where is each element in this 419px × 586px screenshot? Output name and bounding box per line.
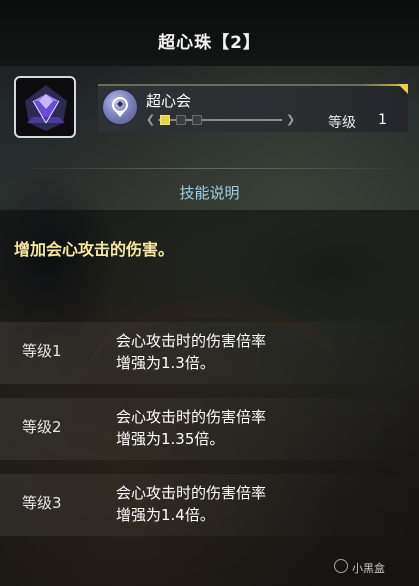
- level-effect-line: 增强为1.3倍。: [116, 354, 215, 372]
- jewel-icon-frame: [14, 76, 76, 138]
- level-effect: 会心攻击时的伤害倍率 增强为1.35倍。: [116, 406, 376, 450]
- level-effect-line: 会心攻击时的伤害倍率: [116, 332, 267, 350]
- decoration-title: 超心珠【2】: [158, 33, 261, 53]
- level-name: 等级1: [22, 342, 62, 360]
- skill-name: 超心会: [146, 92, 192, 110]
- skill-level-value: 1: [378, 112, 387, 128]
- level-name: 等级3: [22, 494, 62, 512]
- chevron-left-icon: ❮: [146, 113, 156, 126]
- level-effect-line: 增强为1.4倍。: [116, 506, 215, 524]
- skill-level-bar: ❮ ❯: [146, 114, 298, 126]
- skill-level-label: 等级: [328, 115, 356, 131]
- skill-row-corner-marker: [398, 84, 408, 94]
- purple-gem-icon: [25, 85, 67, 131]
- chevron-right-icon: ❯: [286, 113, 296, 126]
- watermark-logo-icon: [334, 559, 348, 573]
- skill-row-topline: [98, 84, 408, 86]
- skill-level-pip: [192, 115, 202, 125]
- level-entry: 等级2 会心攻击时的伤害倍率 增强为1.35倍。: [0, 398, 419, 460]
- level-effect-line: 会心攻击时的伤害倍率: [116, 484, 267, 502]
- level-effect-line: 会心攻击时的伤害倍率: [116, 408, 267, 426]
- skill-level-pip: [160, 115, 170, 125]
- skill-description-heading: 技能说明: [179, 184, 240, 202]
- level-effect-line: 增强为1.35倍。: [116, 430, 225, 448]
- level-entry: 等级3 会心攻击时的伤害倍率 增强为1.4倍。: [0, 474, 419, 536]
- level-name: 等级2: [22, 418, 62, 436]
- decoration-detail-screen: 超心珠【2】 超心会 ❮ ❯ 等级 1 技能说明 增加会心攻击的伤害。 等级1 …: [0, 0, 419, 586]
- level-entry: 等级1 会心攻击时的伤害倍率 增强为1.3倍。: [0, 322, 419, 384]
- skill-row[interactable]: 超心会 ❮ ❯ 等级 1: [98, 84, 408, 132]
- level-effect: 会心攻击时的伤害倍率 增强为1.3倍。: [116, 330, 376, 374]
- skill-description: 增加会心攻击的伤害。: [14, 240, 175, 259]
- section-divider: [12, 168, 407, 169]
- critical-boost-skill-icon: [103, 90, 137, 124]
- level-effect: 会心攻击时的伤害倍率 增强为1.4倍。: [116, 482, 376, 526]
- watermark: 小黑盒: [352, 562, 385, 575]
- skill-level-pip: [176, 115, 186, 125]
